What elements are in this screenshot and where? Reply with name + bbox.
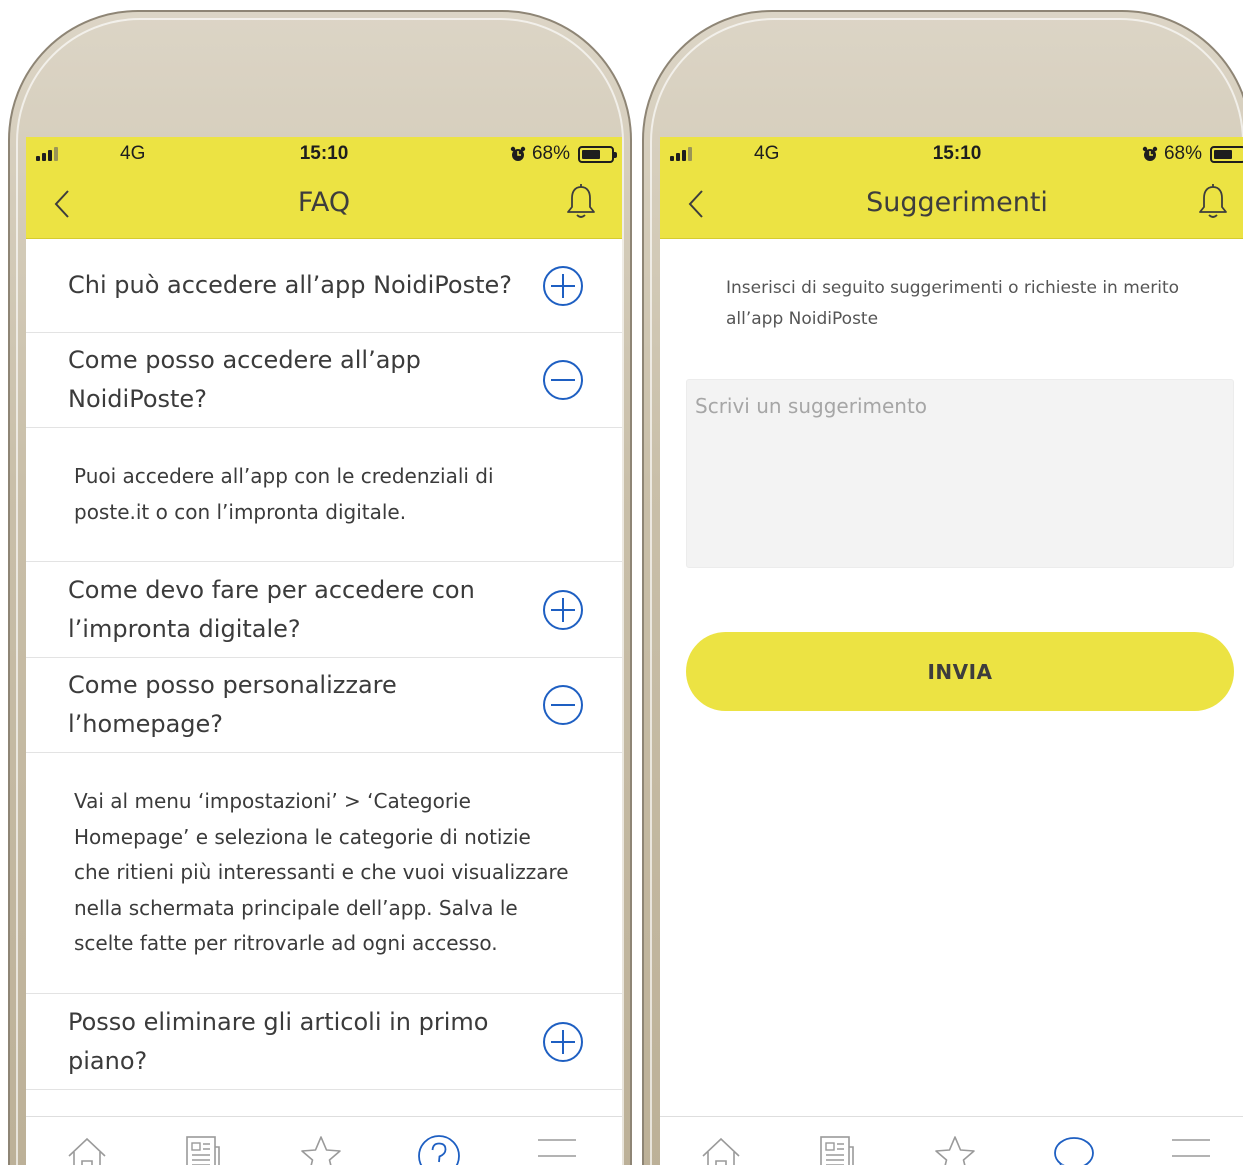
faq-answer-2: Puoi accedere all’app con le credenziali… [26, 428, 622, 562]
faq-screen: 4G 15:10 68% FAQ Chi può accedere all’ap… [26, 137, 622, 1165]
status-right: 68% [1142, 143, 1243, 165]
nav-bar: Suggerimenti [660, 169, 1243, 239]
status-bar: 4G 15:10 68% [660, 137, 1243, 169]
plus-circle-icon[interactable] [542, 589, 584, 631]
star-icon[interactable] [932, 1133, 978, 1165]
page-title: Suggerimenti [866, 187, 1048, 218]
suggestions-form: Inserisci di seguito suggerimenti o rich… [660, 239, 1243, 1116]
battery-icon [578, 145, 617, 163]
battery-percent: 68% [531, 143, 570, 164]
chat-icon[interactable] [1050, 1133, 1096, 1165]
faq-question-1[interactable]: Chi può accedere all’app NoidiPoste? [26, 239, 622, 333]
news-icon[interactable] [814, 1133, 860, 1165]
nav-bar: FAQ [26, 169, 622, 239]
minus-circle-icon[interactable] [542, 359, 584, 401]
faq-question-3[interactable]: Come devo fare per accedere con l’impron… [26, 562, 622, 658]
tab-bar [660, 1116, 1243, 1165]
status-bar: 4G 15:10 68% [26, 137, 622, 169]
tab-bar [26, 1116, 622, 1165]
faq-question-text: Chi può accedere all’app NoidiPoste? [68, 271, 513, 299]
battery-icon [1210, 145, 1243, 163]
page-title: FAQ [297, 187, 351, 218]
faq-question-text: Posso eliminare gli articoli in primo pi… [68, 1007, 489, 1075]
faq-answer-4: Vai al menu ‘impostazioni’ > ‘Categorie … [26, 753, 622, 994]
faq-question-5[interactable]: Posso eliminare gli articoli in primo pi… [26, 994, 622, 1090]
news-icon[interactable] [180, 1133, 226, 1165]
suggestion-input[interactable] [686, 379, 1234, 568]
battery-fill [582, 149, 600, 159]
intro-text: Inserisci di seguito suggerimenti o rich… [726, 278, 1180, 329]
faq-list: Chi può accedere all’app NoidiPoste? Com… [26, 239, 622, 1116]
menu-icon[interactable] [1168, 1133, 1214, 1165]
battery-percent: 68% [1163, 143, 1202, 164]
faq-question-text: Come posso accedere all’app NoidiPoste? [68, 346, 421, 413]
alarm-icon [510, 146, 526, 161]
alarm-icon [1142, 146, 1158, 161]
faq-question-2[interactable]: Come posso accedere all’app NoidiPoste? [26, 333, 622, 428]
home-icon[interactable] [64, 1133, 110, 1165]
phone-frame-faq: 4G 15:10 68% FAQ Chi può accedere all’ap… [8, 10, 632, 1165]
send-button[interactable]: INVIA [686, 632, 1234, 711]
suggestions-screen: 4G 15:10 68% Suggerimenti Inserisci di s… [660, 137, 1243, 1165]
menu-icon[interactable] [534, 1133, 580, 1165]
minus-circle-icon[interactable] [542, 684, 584, 726]
star-icon[interactable] [298, 1133, 344, 1165]
bell-icon[interactable] [1196, 183, 1230, 221]
faq-answer-text: Puoi accedere all’app con le credenziali… [74, 464, 494, 524]
plus-circle-icon[interactable] [542, 265, 584, 307]
faq-answer-text: Vai al menu ‘impostazioni’ > ‘Categorie … [74, 789, 569, 956]
faq-question-4[interactable]: Come posso personalizzare l’homepage? [26, 658, 622, 753]
faq-question-text: Come posso personalizzare l’homepage? [68, 671, 397, 738]
bell-icon[interactable] [564, 183, 598, 221]
faq-question-text: Come devo fare per accedere con l’impron… [68, 575, 475, 643]
home-icon[interactable] [698, 1133, 744, 1165]
status-right: 68% [510, 143, 617, 165]
plus-circle-icon[interactable] [542, 1021, 584, 1063]
help-icon[interactable] [416, 1133, 462, 1165]
phone-frame-suggestions: 4G 15:10 68% Suggerimenti Inserisci di s… [642, 10, 1243, 1165]
battery-fill [1214, 149, 1232, 159]
